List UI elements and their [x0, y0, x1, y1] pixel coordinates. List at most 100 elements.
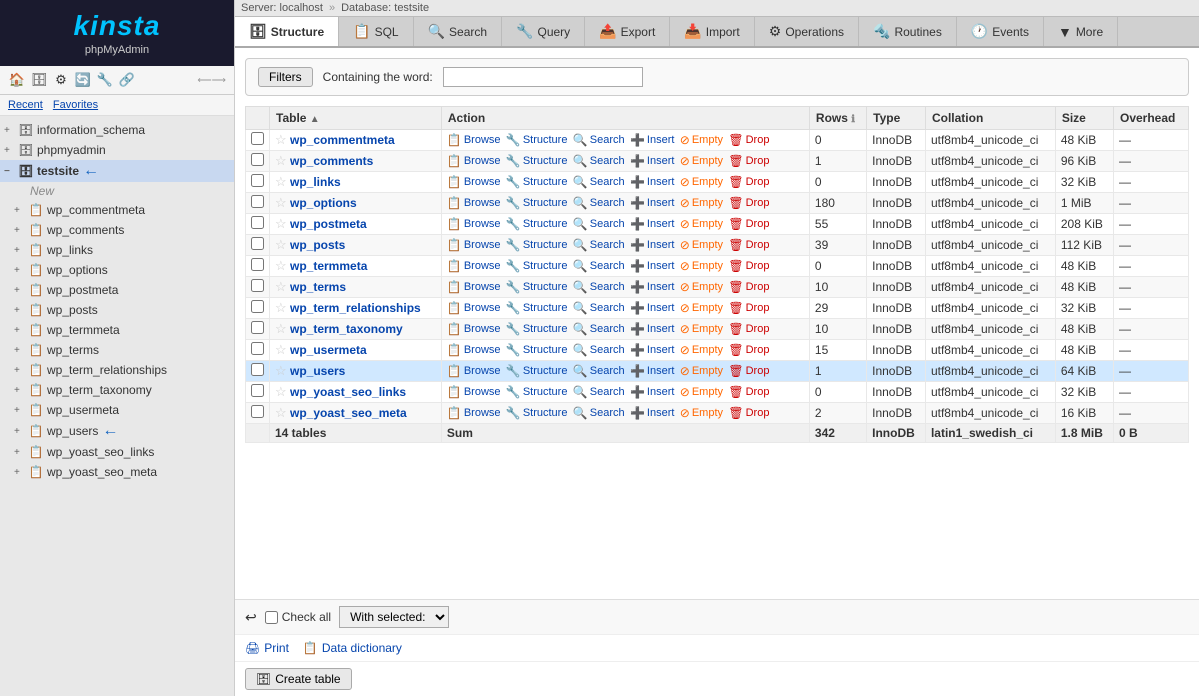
star-icon-5[interactable]: ☆	[275, 237, 287, 252]
new-table-item[interactable]: New	[0, 182, 234, 200]
tab-import[interactable]: 📥 Import	[670, 17, 754, 46]
search-link-3[interactable]: 🔍Search	[573, 196, 625, 210]
browse-link-9[interactable]: 📋Browse	[447, 322, 501, 336]
insert-link-5[interactable]: ➕Insert	[630, 238, 674, 252]
search-link-11[interactable]: 🔍Search	[573, 364, 625, 378]
search-link-5[interactable]: 🔍Search	[573, 238, 625, 252]
home-icon[interactable]: 🏠	[8, 71, 26, 89]
browse-link-8[interactable]: 📋Browse	[447, 301, 501, 315]
table-name-link-4[interactable]: wp_postmeta	[290, 217, 367, 231]
search-link-8[interactable]: 🔍Search	[573, 301, 625, 315]
drop-link-7[interactable]: 🗑Drop	[728, 280, 769, 294]
star-icon-7[interactable]: ☆	[275, 279, 287, 294]
sidebar-table-wp-yoast-seo-links[interactable]: + 📋 wp_yoast_seo_links	[0, 442, 234, 462]
empty-link-4[interactable]: ⊘Empty	[680, 217, 723, 231]
drop-link-3[interactable]: 🗑Drop	[728, 196, 769, 210]
structure-link-2[interactable]: 🔧Structure	[506, 175, 568, 189]
row-checkbox-11[interactable]	[251, 363, 264, 376]
structure-link-8[interactable]: 🔧Structure	[506, 301, 568, 315]
favorites-link[interactable]: Favorites	[53, 99, 98, 111]
star-icon-6[interactable]: ☆	[275, 258, 287, 273]
browse-link-0[interactable]: 📋Browse	[447, 133, 501, 147]
tab-events[interactable]: 🕐 Events	[957, 17, 1044, 46]
sidebar-table-wp-usermeta[interactable]: + 📋 wp_usermeta	[0, 400, 234, 420]
drop-link-6[interactable]: 🗑Drop	[728, 259, 769, 273]
star-icon-13[interactable]: ☆	[275, 405, 287, 420]
structure-link-12[interactable]: 🔧Structure	[506, 385, 568, 399]
db-item-information-schema[interactable]: + 🗄 information_schema	[0, 120, 234, 140]
star-icon-8[interactable]: ☆	[275, 300, 287, 315]
sidebar-table-wp-users[interactable]: + 📋 wp_users ←	[0, 420, 234, 442]
browse-link-12[interactable]: 📋Browse	[447, 385, 501, 399]
check-all-checkbox[interactable]	[265, 611, 278, 624]
structure-link-7[interactable]: 🔧Structure	[506, 280, 568, 294]
empty-link-7[interactable]: ⊘Empty	[680, 280, 723, 294]
sidebar-table-wp-termmeta[interactable]: + 📋 wp_termmeta	[0, 320, 234, 340]
tab-export[interactable]: 📤 Export	[585, 17, 670, 46]
tab-sql[interactable]: 📋 SQL	[339, 17, 413, 46]
table-name-link-13[interactable]: wp_yoast_seo_meta	[290, 406, 407, 420]
insert-link-4[interactable]: ➕Insert	[630, 217, 674, 231]
table-col-header[interactable]: Table ▲	[270, 107, 442, 130]
structure-link-10[interactable]: 🔧Structure	[506, 343, 568, 357]
drop-link-0[interactable]: 🗑Drop	[728, 133, 769, 147]
drop-link-5[interactable]: 🗑Drop	[728, 238, 769, 252]
row-checkbox-13[interactable]	[251, 405, 264, 418]
star-icon-3[interactable]: ☆	[275, 195, 287, 210]
search-link-2[interactable]: 🔍Search	[573, 175, 625, 189]
check-all-label[interactable]: Check all	[265, 610, 331, 624]
insert-link-1[interactable]: ➕Insert	[630, 154, 674, 168]
insert-link-9[interactable]: ➕Insert	[630, 322, 674, 336]
refresh-icon[interactable]: 🔄	[74, 71, 92, 89]
tab-more[interactable]: ▼ More	[1044, 17, 1118, 46]
data-dictionary-link[interactable]: 📋 Data dictionary	[303, 641, 402, 655]
search-link-6[interactable]: 🔍Search	[573, 259, 625, 273]
search-link-12[interactable]: 🔍Search	[573, 385, 625, 399]
browse-link-2[interactable]: 📋Browse	[447, 175, 501, 189]
sidebar-table-wp-commentmeta[interactable]: + 📋 wp_commentmeta	[0, 200, 234, 220]
table-name-link-0[interactable]: wp_commentmeta	[290, 133, 395, 147]
table-name-link-7[interactable]: wp_terms	[290, 280, 346, 294]
star-icon-0[interactable]: ☆	[275, 132, 287, 147]
browse-link-3[interactable]: 📋Browse	[447, 196, 501, 210]
structure-link-13[interactable]: 🔧Structure	[506, 406, 568, 420]
browse-link-1[interactable]: 📋Browse	[447, 154, 501, 168]
table-name-link-10[interactable]: wp_usermeta	[290, 343, 367, 357]
empty-link-9[interactable]: ⊘Empty	[680, 322, 723, 336]
create-table-button[interactable]: 🗄 Create table	[245, 668, 352, 690]
insert-link-0[interactable]: ➕Insert	[630, 133, 674, 147]
drop-link-13[interactable]: 🗑Drop	[728, 406, 769, 420]
browse-link-10[interactable]: 📋Browse	[447, 343, 501, 357]
link-icon[interactable]: 🔗	[118, 71, 136, 89]
table-name-link-6[interactable]: wp_termmeta	[290, 259, 367, 273]
empty-link-1[interactable]: ⊘Empty	[680, 154, 723, 168]
row-checkbox-9[interactable]	[251, 321, 264, 334]
tab-routines[interactable]: 🔩 Routines	[859, 17, 957, 46]
sidebar-table-wp-yoast-seo-meta[interactable]: + 📋 wp_yoast_seo_meta	[0, 462, 234, 482]
drop-link-1[interactable]: 🗑Drop	[728, 154, 769, 168]
table-name-link-1[interactable]: wp_comments	[290, 154, 373, 168]
row-checkbox-0[interactable]	[251, 132, 264, 145]
search-link-13[interactable]: 🔍Search	[573, 406, 625, 420]
db-item-testsite[interactable]: − 🗄 testsite ←	[0, 160, 234, 182]
db-item-phpmyadmin[interactable]: + 🗄 phpmyadmin	[0, 140, 234, 160]
structure-link-0[interactable]: 🔧Structure	[506, 133, 568, 147]
sidebar-table-wp-comments[interactable]: + 📋 wp_comments	[0, 220, 234, 240]
table-name-link-11[interactable]: wp_users	[290, 364, 345, 378]
structure-link-4[interactable]: 🔧Structure	[506, 217, 568, 231]
tab-structure[interactable]: 🗄 Structure	[235, 17, 339, 48]
browse-link-11[interactable]: 📋Browse	[447, 364, 501, 378]
sidebar-table-wp-options[interactable]: + 📋 wp_options	[0, 260, 234, 280]
sidebar-table-wp-terms[interactable]: + 📋 wp_terms	[0, 340, 234, 360]
browse-link-4[interactable]: 📋Browse	[447, 217, 501, 231]
collapse-icon[interactable]: ⟵⟶	[197, 75, 226, 86]
rows-info-icon[interactable]: ℹ	[851, 114, 855, 125]
tab-search[interactable]: 🔍 Search	[414, 17, 502, 46]
structure-link-11[interactable]: 🔧Structure	[506, 364, 568, 378]
browse-link-6[interactable]: 📋Browse	[447, 259, 501, 273]
insert-link-3[interactable]: ➕Insert	[630, 196, 674, 210]
row-checkbox-3[interactable]	[251, 195, 264, 208]
star-icon-1[interactable]: ☆	[275, 153, 287, 168]
insert-link-2[interactable]: ➕Insert	[630, 175, 674, 189]
row-checkbox-5[interactable]	[251, 237, 264, 250]
